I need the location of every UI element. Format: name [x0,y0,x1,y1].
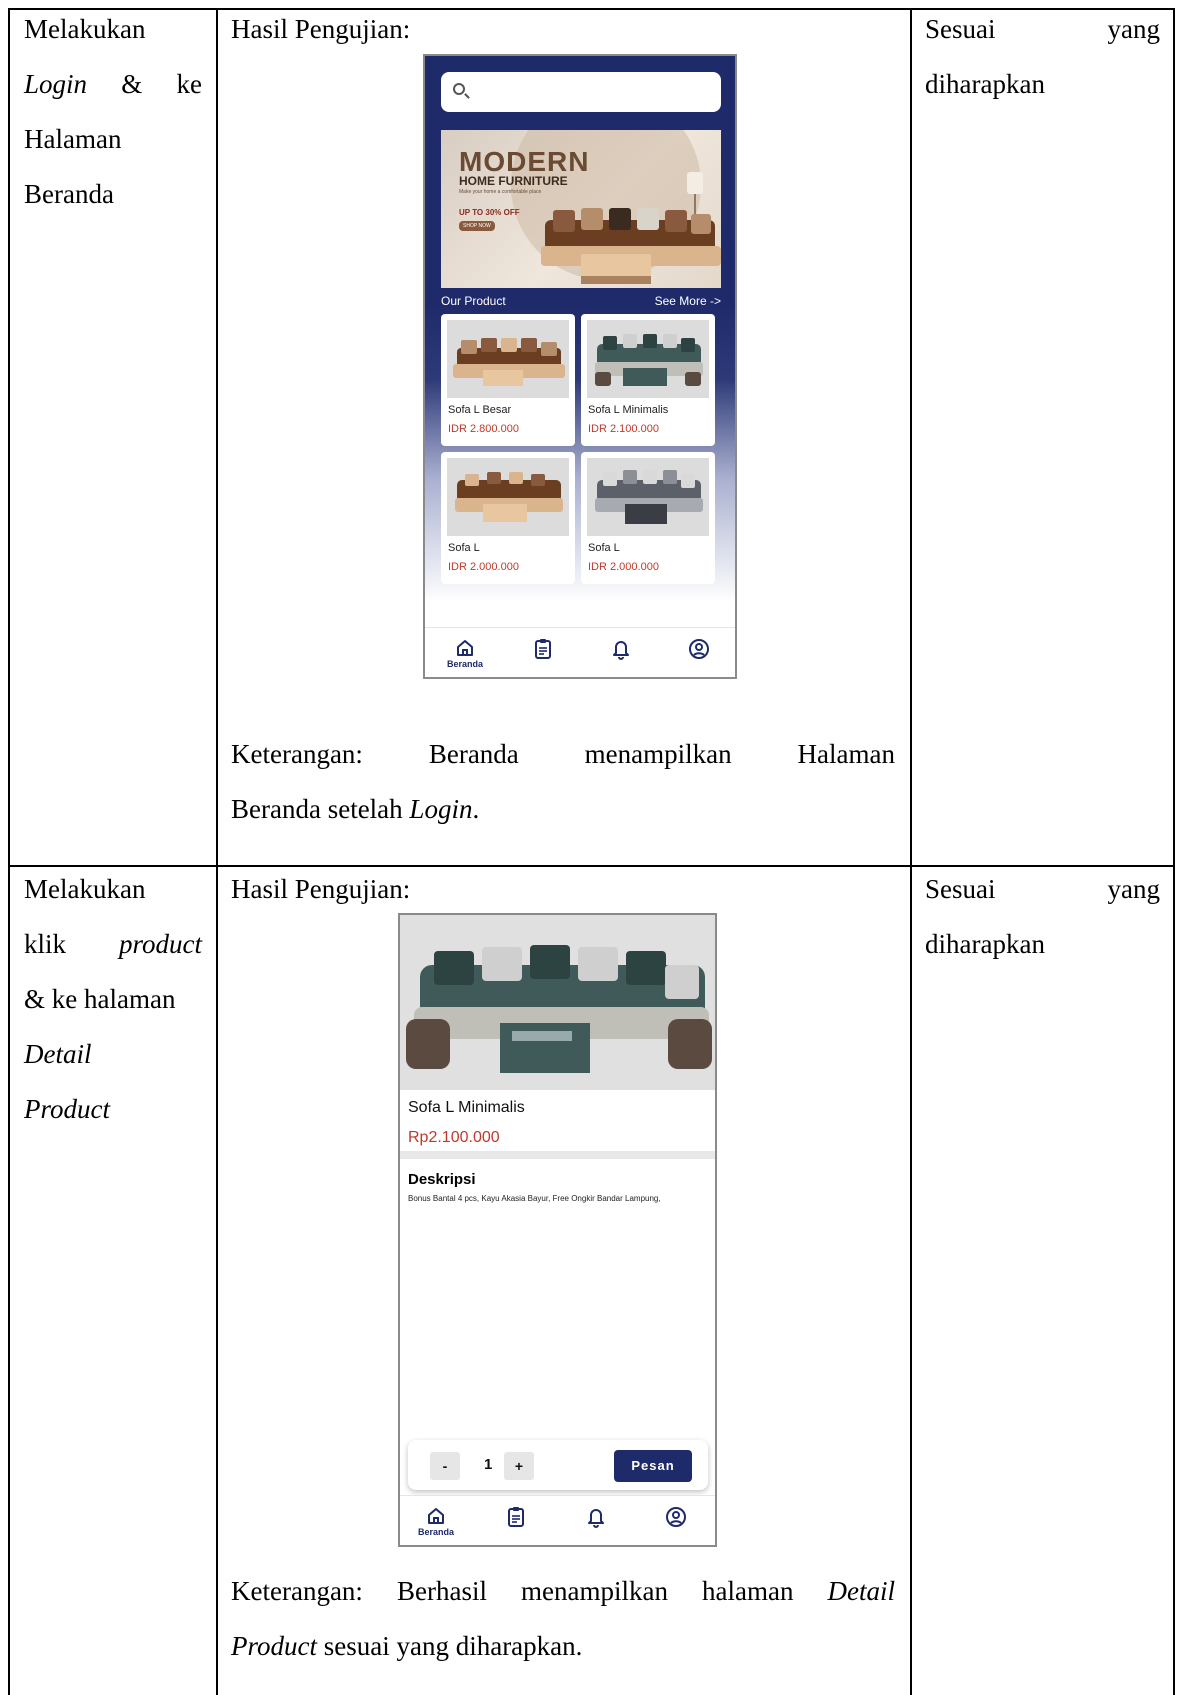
row2-action-line4: Detail [24,1039,92,1069]
nav-home[interactable]: Beranda [445,636,485,672]
bell-icon [613,641,629,660]
row1-action-line4: Beranda [24,179,114,209]
product-card[interactable]: Sofa L Besar IDR 2.800.000 [441,314,575,446]
row1-note-line1: Keterangan: Beranda menampilkan Halaman [231,739,895,769]
profile-icon [689,639,709,659]
product-price: IDR 2.800.000 [448,423,519,435]
nav-orders[interactable] [523,636,563,672]
banner-tagline: Make your home a comfortable place [459,189,542,195]
bottom-nav: Beranda [400,1495,715,1545]
banner-shop-now-button[interactable]: SHOP NOW [459,221,495,231]
home-icon [428,1508,444,1524]
section-divider [400,1151,715,1159]
banner-subtitle: HOME FURNITURE [459,174,568,188]
decrease-qty-button[interactable]: - [430,1452,460,1480]
product-price: Rp2.100.000 [408,1129,500,1146]
product-hero-image [400,915,715,1090]
nav-home[interactable]: Beranda [416,1504,456,1540]
row1-action-line1: Melakukan [24,14,146,44]
row1-expected-line2: diharapkan [925,69,1045,99]
description-title: Deskripsi [408,1171,476,1188]
description-text: Bonus Bantal 4 pcs, Kayu Akasia Bayur, F… [408,1194,661,1203]
search-icon [453,83,465,95]
product-card[interactable]: Sofa L IDR 2.000.000 [441,452,575,584]
product-name: Sofa L Minimalis [408,1099,525,1116]
product-name: Sofa L Minimalis [588,404,669,416]
table-divider-col1 [216,8,218,1695]
promo-banner[interactable]: MODERN HOME FURNITURE Make your home a c… [441,130,721,288]
row2-note-line1: Keterangan: Berhasil menampilkan halaman… [231,1576,895,1606]
see-more-link[interactable]: See More -> [655,294,721,308]
row1-expected-cell: Sesuai yang diharapkan [925,2,1160,112]
row2-expected-line2: diharapkan [925,929,1045,959]
search-input[interactable] [441,72,721,112]
row1-action-cell: Melakukan Login & ke Halaman Beranda [24,2,202,222]
row2-action-line1: Melakukan [24,874,146,904]
product-section-header: Our Product See More -> [441,288,721,314]
detail-screen-screenshot: Sofa L Minimalis Rp2.100.000 Deskripsi B… [398,913,717,1547]
row2-action-cell: Melakukan klik product & ke halaman Deta… [24,862,202,1137]
product-image [447,320,569,398]
quantity-value: 1 [484,1456,493,1473]
order-action-bar: - 1 + Pesan [408,1440,708,1490]
row1-result-label: Hasil Pengujian: [231,14,411,44]
row2-action-line5: Product [24,1094,110,1124]
product-image [587,458,709,536]
product-name: Sofa L [588,542,620,554]
row2-action-line2: klik product [24,929,202,959]
product-card[interactable]: Sofa L IDR 2.000.000 [581,452,715,584]
table-divider-col2 [910,8,912,1695]
home-icon [457,640,473,656]
bottom-nav: Beranda [425,627,735,677]
row1-action-line2: Login & ke [24,69,202,99]
product-price: IDR 2.100.000 [588,423,659,435]
banner-sofa-image [541,208,721,284]
banner-promo: UP TO 30% OFF [459,208,520,217]
nav-orders[interactable] [496,1504,536,1540]
product-image [587,320,709,398]
nav-profile[interactable] [679,636,719,672]
row1-expected-line1: Sesuai yang [925,14,1160,44]
row2-note: Keterangan: Berhasil menampilkan halaman… [231,1564,895,1674]
table-border-left [8,8,10,1695]
row2-expected-cell: Sesuai yang diharapkan [925,862,1160,972]
row1-note-line2: Beranda setelah Login. [231,794,480,824]
product-name: Sofa L [448,542,480,554]
row1-action-line3: Halaman [24,124,122,154]
increase-qty-button[interactable]: + [504,1452,534,1480]
section-title: Our Product [441,294,506,308]
product-price: IDR 2.000.000 [588,561,659,573]
row1-note: Keterangan: Beranda menampilkan Halaman … [231,727,895,837]
home-screen-screenshot: MODERN HOME FURNITURE Make your home a c… [423,54,737,679]
product-name: Sofa L Besar [448,404,512,416]
nav-notifications[interactable] [576,1504,616,1540]
clipboard-icon [508,1507,524,1527]
row2-result-label: Hasil Pengujian: [231,874,411,904]
product-image [447,458,569,536]
profile-icon [666,1507,686,1527]
nav-notifications[interactable] [601,636,641,672]
nav-profile[interactable] [656,1504,696,1540]
product-price: IDR 2.000.000 [448,561,519,573]
nav-home-label: Beranda [446,659,483,669]
row2-action-line3: & ke halaman [24,984,176,1014]
row2-expected-line1: Sesuai yang [925,874,1160,904]
nav-home-label: Beranda [417,1527,454,1537]
bell-icon [588,1509,604,1528]
table-border-right [1173,8,1175,1695]
product-card[interactable]: Sofa L Minimalis IDR 2.100.000 [581,314,715,446]
order-button[interactable]: Pesan [614,1450,692,1482]
clipboard-icon [535,639,551,659]
row2-note-line2: Product sesuai yang diharapkan. [231,1631,583,1661]
lamp-graphic [687,172,703,194]
